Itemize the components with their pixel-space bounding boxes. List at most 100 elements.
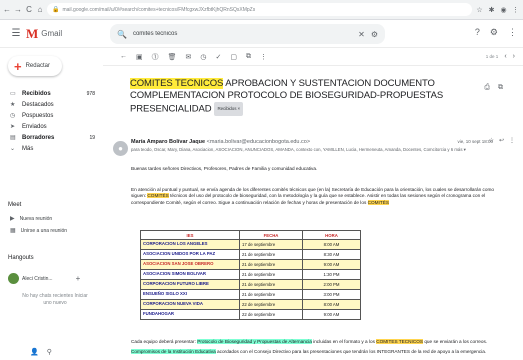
- sidebar-item-more[interactable]: ⌄ Más: [0, 143, 103, 154]
- open-new-window-icon[interactable]: ⧉: [498, 84, 503, 92]
- search-icon[interactable]: 🔍: [117, 30, 127, 39]
- search-options-icon[interactable]: ⚙: [371, 30, 378, 39]
- next-page-icon[interactable]: ›: [513, 53, 515, 60]
- star-icon: ★: [10, 102, 16, 108]
- reload-icon[interactable]: C: [25, 5, 33, 14]
- folder-list: ▭ Recibidos 978 ★ Destacados ◷ Pospuesto…: [0, 88, 103, 154]
- footer-text: Cada equipo deberá presentar:: [131, 339, 198, 344]
- footer-text: acordados con el Consejo Directivo para …: [215, 349, 487, 354]
- folder-label: Más: [22, 145, 34, 152]
- cell-hora: 8:00 AM: [302, 299, 361, 310]
- mark-unread-icon[interactable]: ✉: [186, 53, 192, 61]
- sender-avatar: ●: [113, 141, 128, 156]
- table-row: FUNDAHOGAR 22 de septiembre 9:00 AM: [140, 309, 361, 320]
- back-to-list-icon[interactable]: ←: [120, 53, 127, 60]
- cell-ies: ENSUEÑO SIGLO XXI: [140, 289, 240, 300]
- move-to-icon[interactable]: ▢: [230, 53, 237, 61]
- forward-arrow-icon[interactable]: →: [14, 5, 22, 14]
- previous-page-icon[interactable]: ‹: [504, 53, 506, 60]
- location-pin-icon[interactable]: ⚲: [47, 348, 52, 356]
- add-to-tasks-icon[interactable]: ✓: [216, 53, 222, 61]
- sidebar-item-drafts[interactable]: ▤ Borradores 19: [0, 132, 103, 143]
- label-icon[interactable]: ⧉: [246, 53, 251, 61]
- cell-ies: ASOCIACION SIMON BOLIVAR: [140, 269, 240, 280]
- archive-icon[interactable]: ▣: [136, 53, 143, 61]
- star-icon[interactable]: ☆: [489, 137, 494, 144]
- video-camera-icon: ▶: [10, 216, 15, 222]
- cell-hora: 2:00 PM: [302, 279, 361, 290]
- table-header-row: IES FECHA HORA: [140, 230, 361, 240]
- header-fecha: FECHA: [239, 230, 303, 240]
- more-vert-icon[interactable]: ⋮: [509, 137, 515, 144]
- meet-item-label: Nueva reunión: [19, 215, 53, 222]
- new-meeting-item[interactable]: ▶ Nueva reunión: [10, 215, 53, 223]
- browser-menu-icon[interactable]: ⋮: [511, 6, 520, 14]
- recipients-line[interactable]: para teodo, Oscar, Mary, Diana, Asociaci…: [131, 147, 496, 153]
- table-row: CORPORACION LOS ANGELES 17 de septiembre…: [140, 239, 361, 250]
- paragraph-text: técnicos del uso del protocolo de bioseg…: [131, 193, 486, 205]
- cell-hora: 8:00 AM: [302, 239, 361, 250]
- sender-email: <maria.bolivar@educacionbogota.edu.co>: [206, 139, 311, 145]
- address-bar[interactable]: 🔒 mail.google.com/mail/u/0/#search/comit…: [47, 3, 472, 16]
- paragraph-highlight: COMITÉS: [367, 199, 389, 205]
- table-row: ASOCIACION UNIDOS POR LA PAZ 21 de septi…: [140, 249, 361, 260]
- table-row: ASOCIACION SAN JOSE OBRERO 21 de septiem…: [140, 259, 361, 270]
- cell-fecha: 21 de septiembre: [239, 289, 303, 300]
- table-row: ENSUEÑO SIGLO XXI 21 de septiembre 3:00 …: [140, 289, 361, 300]
- footer-text: que se enviarán a los correos.: [423, 339, 488, 344]
- folder-count: 19: [89, 134, 95, 141]
- person-icon[interactable]: 👤: [30, 348, 39, 356]
- sidebar-item-sent[interactable]: ➤ Enviados: [0, 121, 103, 132]
- sender-name[interactable]: María Amparo Bolívar Jaque: [131, 139, 205, 145]
- cell-fecha: 21 de septiembre: [239, 259, 303, 270]
- cell-ies: CORPORACION LOS ANGELES: [140, 239, 240, 250]
- email-footer-line-1: Cada equipo deberá presentar: Protocolo …: [131, 339, 501, 345]
- back-arrow-icon[interactable]: ←: [3, 5, 11, 14]
- report-spam-icon[interactable]: ⓵: [152, 52, 159, 62]
- compose-button[interactable]: + Redactar: [8, 56, 62, 76]
- inbox-icon: ▭: [10, 91, 16, 97]
- email-greeting: Buenas tardes señores Directivos, Profes…: [131, 166, 318, 171]
- table-row: ASOCIACION SIMON BOLIVAR 21 de septiembr…: [140, 269, 361, 280]
- main-menu-icon[interactable]: ☰: [6, 28, 26, 39]
- reply-icon[interactable]: ↩: [499, 137, 504, 144]
- send-icon: ➤: [10, 124, 16, 130]
- apps-grid-icon[interactable]: ⋮: [508, 27, 517, 38]
- sidebar-item-inbox[interactable]: ▭ Recibidos 978: [0, 88, 103, 99]
- folder-count: 978: [86, 90, 95, 97]
- snooze-icon[interactable]: ◷: [200, 53, 206, 61]
- help-icon[interactable]: ?: [475, 27, 480, 38]
- print-icon[interactable]: ⎙: [484, 84, 490, 92]
- settings-gear-icon[interactable]: ⚙: [490, 27, 498, 38]
- more-options-icon[interactable]: ⋮: [260, 53, 267, 61]
- folder-label: Enviados: [22, 123, 47, 130]
- extension-icon[interactable]: ✱: [487, 6, 496, 14]
- folder-label: Recibidos: [22, 90, 51, 97]
- hangouts-user[interactable]: Aleci Cristin... +: [8, 273, 80, 284]
- gmail-m-icon: M: [26, 25, 39, 41]
- hangouts-section-title: Hangouts: [8, 255, 34, 261]
- cell-ies: CORPORACION NUEVA VIDA: [140, 299, 240, 310]
- search-input[interactable]: [132, 31, 353, 37]
- cell-hora: 3:00 PM: [302, 289, 361, 300]
- clear-search-icon[interactable]: ✕: [358, 30, 365, 39]
- join-meeting-item[interactable]: ▦ Unirse a una reunión: [10, 227, 67, 235]
- url-text: mail.google.com/mail/u/0/#search/comites…: [62, 6, 256, 13]
- sidebar-item-snoozed[interactable]: ◷ Pospuestos: [0, 110, 103, 121]
- profile-icon[interactable]: ◉: [499, 6, 508, 14]
- search-bar[interactable]: 🔍 ✕ ⚙: [110, 24, 385, 44]
- delete-icon[interactable]: 🗑: [168, 53, 177, 61]
- compose-plus-icon: +: [14, 58, 22, 74]
- cell-ies: CORPORACION FUTURO LIBRE: [140, 279, 240, 290]
- inbox-label-chip[interactable]: Recibidos ×: [214, 102, 244, 116]
- cell-fecha: 17 de septiembre: [239, 239, 303, 250]
- add-chat-icon[interactable]: +: [76, 274, 81, 283]
- no-recent-chats-text: No hay chats recientes Iniciar uno nuevo: [22, 293, 88, 306]
- gmail-logo[interactable]: M Gmail: [26, 26, 106, 42]
- browser-toolbar: ← → C ⌂ 🔒 mail.google.com/mail/u/0/#sear…: [0, 0, 523, 20]
- folder-label: Borradores: [22, 134, 55, 141]
- bookmark-star-icon[interactable]: ☆: [475, 6, 484, 14]
- sidebar-item-starred[interactable]: ★ Destacados: [0, 99, 103, 110]
- home-icon[interactable]: ⌂: [36, 5, 44, 14]
- compose-label: Redactar: [25, 63, 50, 69]
